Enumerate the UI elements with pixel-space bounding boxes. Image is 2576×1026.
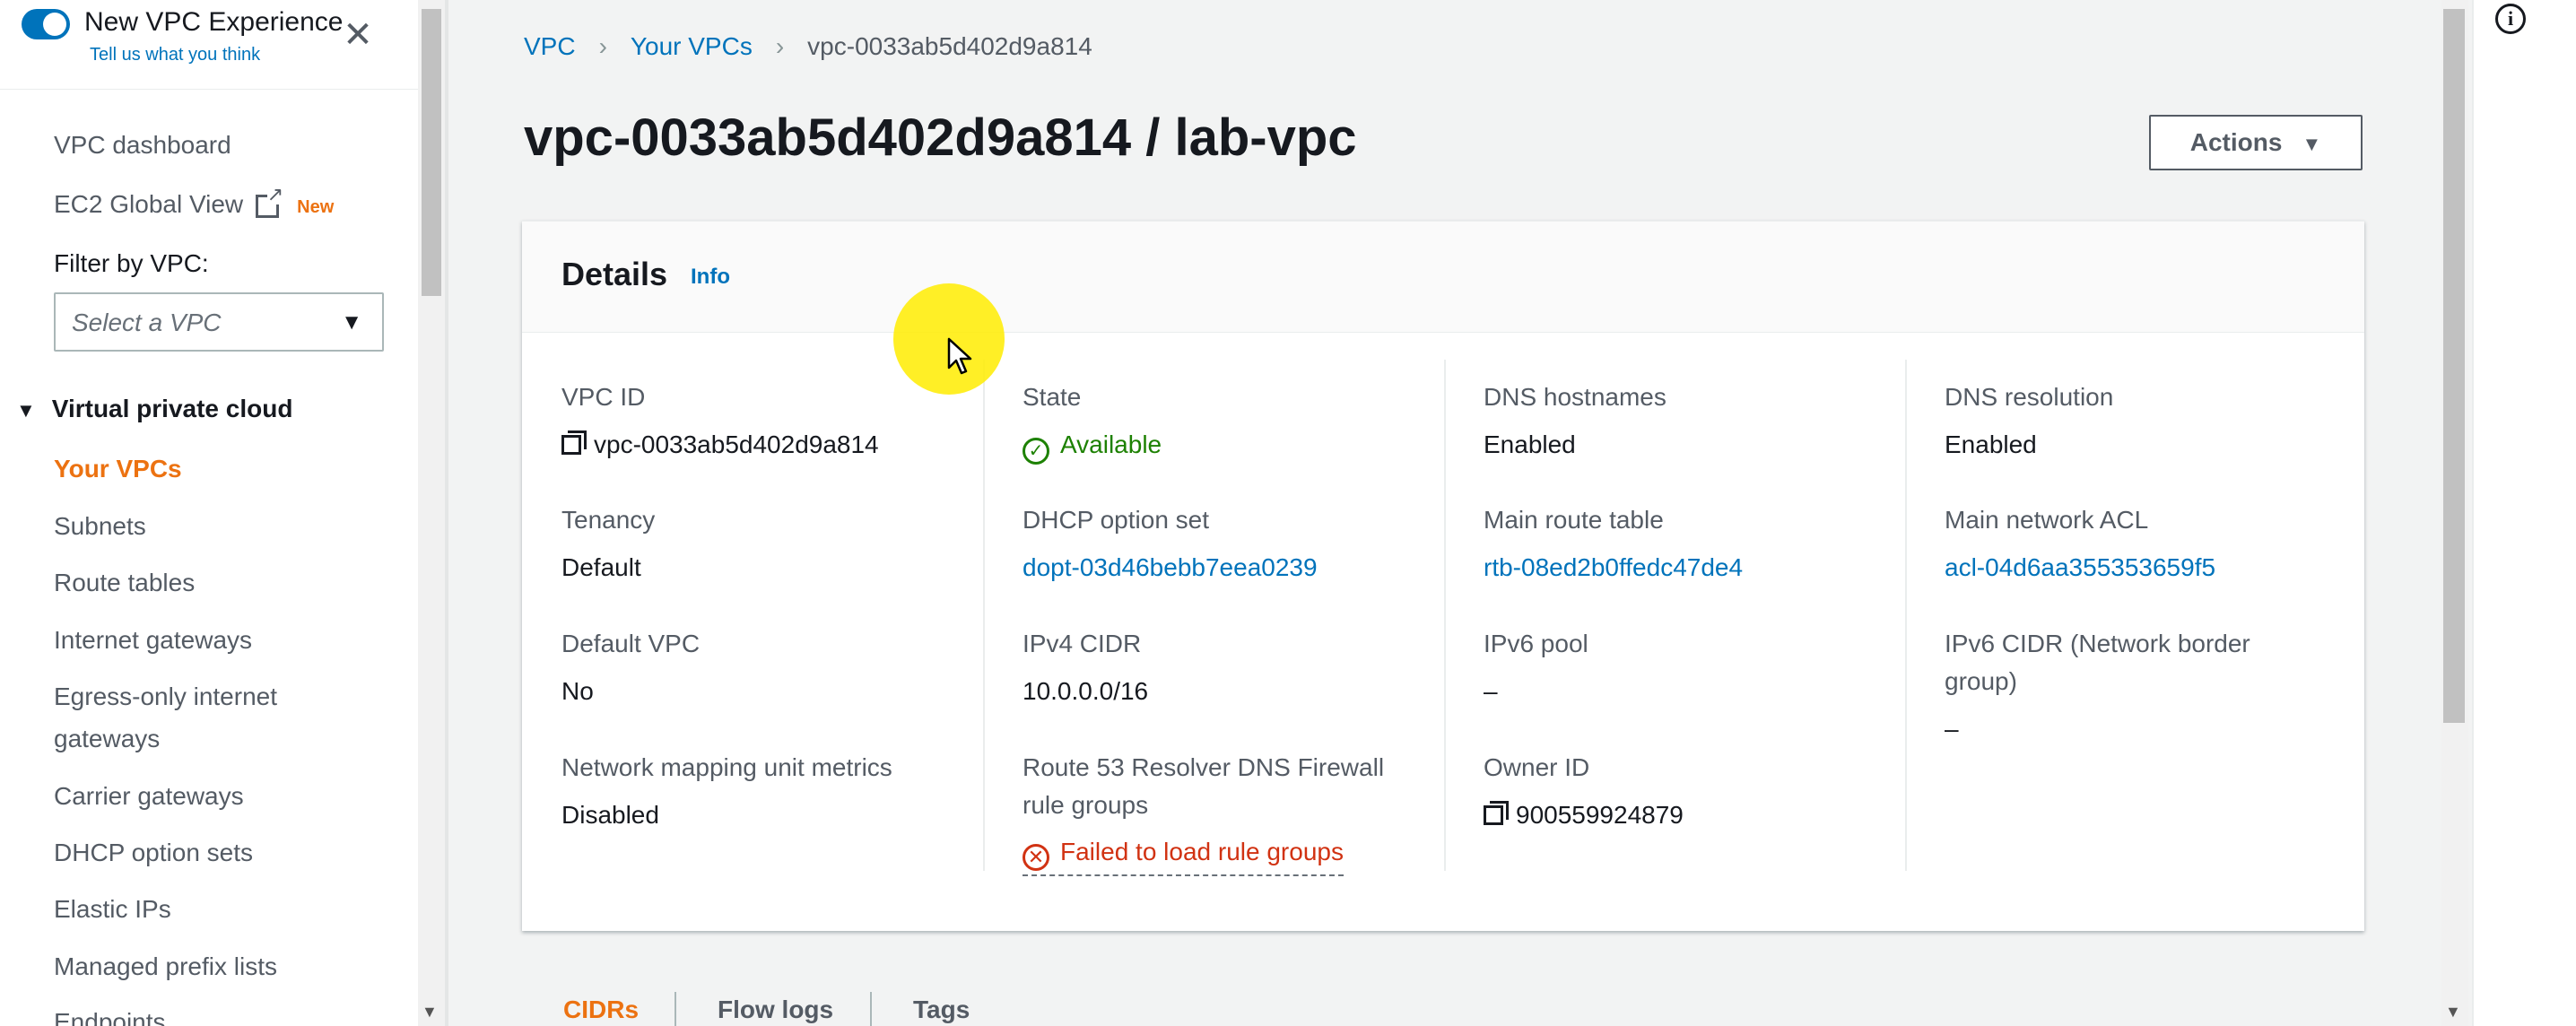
main-network-acl-label: Main network ACL [1945,506,2149,534]
tab-tags[interactable]: Tags [913,996,970,1024]
dhcp-option-set-link[interactable]: dopt-03d46bebb7eea0239 [1023,549,1318,587]
ipv4-cidr-value: 10.0.0.0/16 [1023,677,1149,705]
network-mapping-value: Disabled [561,801,659,829]
owner-id-text: 900559924879 [1516,801,1684,829]
tab-cidrs[interactable]: CIDRs [563,996,639,1024]
new-experience-title: New VPC Experience [84,7,344,37]
info-link[interactable]: Info [691,265,730,290]
ipv6-pool-label: IPv6 pool [1484,630,1588,657]
chevron-right-icon: › [598,32,607,60]
dns-hostnames-label: DNS hostnames [1484,383,1667,411]
copy-icon[interactable] [1484,801,1509,825]
dns-firewall-label-line2: rule groups [1023,791,1149,819]
page-title: vpc-0033ab5d402d9a814 / lab-vpc [524,109,1357,167]
utility-rail [2472,0,2576,1026]
sidebar: New VPC Experience Tell us what you thin… [0,0,422,1026]
chevron-right-icon: › [775,32,785,60]
column-divider [1444,360,1446,871]
dns-hostnames-value: Enabled [1484,430,1576,458]
sidebar-item-endpoints[interactable]: Endpoints [54,1002,166,1026]
breadcrumb-current: vpc-0033ab5d402d9a814 [807,32,1092,60]
details-panel: Details Info VPC ID vpc-0033ab5d402d9a81… [522,221,2364,931]
default-vpc-label: Default VPC [561,630,701,657]
vpc-id-value: vpc-0033ab5d402d9a814 [561,426,879,464]
caret-down-icon: ▼ [16,399,36,422]
dns-firewall-error-text: Failed to load rule groups [1060,838,1344,865]
sidebar-item-internet-gateways[interactable]: Internet gateways [54,620,252,661]
sidebar-item-egress-only-internet-gateways[interactable]: Egress-only internet [54,676,277,717]
sidebar-divider [445,0,448,1026]
vpc-filter-select[interactable]: Select a VPC ▼ [54,292,384,352]
caret-down-icon: ▼ [2302,133,2322,155]
tab-divider [870,992,872,1026]
breadcrumb-vpc[interactable]: VPC [524,32,576,60]
state-label: State [1023,383,1082,411]
section-label: Virtual private cloud [51,395,293,422]
sidebar-item-elastic-ips[interactable]: Elastic IPs [54,889,171,930]
filter-label: Filter by VPC: [54,249,209,277]
details-title: Details [561,256,668,292]
new-badge: New [297,197,335,217]
new-experience-toggle[interactable] [22,9,70,39]
dns-firewall-label: Route 53 Resolver DNS Firewall [1023,753,1385,781]
vpc-id-text: vpc-0033ab5d402d9a814 [594,430,879,458]
state-text: Available [1060,430,1162,458]
section-virtual-private-cloud[interactable]: ▼ Virtual private cloud [16,395,292,423]
column-divider [983,360,985,871]
sidebar-item-route-tables[interactable]: Route tables [54,562,195,604]
sidebar-item-subnets[interactable]: Subnets [54,506,146,547]
ipv6-cidr-value: – [1945,715,1959,743]
close-icon[interactable]: ✕ [343,17,373,53]
sidebar-item-carrier-gateways[interactable]: Carrier gateways [54,776,244,817]
network-mapping-label: Network mapping unit metrics [561,753,892,781]
sidebar-item-managed-prefix-lists[interactable]: Managed prefix lists [54,946,277,987]
owner-id-label: Owner ID [1484,753,1590,781]
tenancy-label: Tenancy [561,506,656,534]
owner-id-value: 900559924879 [1484,796,1684,834]
ipv6-pool-value: – [1484,677,1498,705]
main-scrollbar-thumb[interactable] [2443,9,2465,723]
sidebar-scrollbar-thumb[interactable] [422,9,441,296]
mouse-pointer-icon [947,337,972,375]
main-route-table-link[interactable]: rtb-08ed2b0ffedc47de4 [1484,549,1743,587]
breadcrumb: VPC › Your VPCs › vpc-0033ab5d402d9a814 [524,32,1092,61]
main-route-table-label: Main route table [1484,506,1664,534]
actions-button[interactable]: Actions ▼ [2149,115,2363,170]
scroll-down-arrow-icon[interactable]: ▼ [422,1003,438,1022]
scroll-down-arrow-icon[interactable]: ▼ [2445,1003,2461,1022]
info-icon[interactable]: i [2495,4,2526,34]
ipv6-cidr-label: IPv6 CIDR (Network border [1945,630,2250,657]
tab-flow-logs[interactable]: Flow logs [718,996,833,1024]
sidebar-item-label: EC2 Global View [54,190,244,218]
main-network-acl-link[interactable]: acl-04d6aa355353659f5 [1945,549,2215,587]
breadcrumb-your-vpcs[interactable]: Your VPCs [631,32,753,60]
sidebar-item-dhcp-option-sets[interactable]: DHCP option sets [54,832,253,874]
copy-icon[interactable] [561,430,587,455]
external-link-icon [256,184,284,218]
error-circle-icon: ✕ [1023,844,1049,871]
sidebar-item-egress-only-internet-gateways-line2[interactable]: gateways [54,718,160,760]
dhcp-option-set-label: DHCP option set [1023,506,1210,534]
dns-resolution-value: Enabled [1945,430,2037,458]
vpc-filter-placeholder: Select a VPC [72,309,222,336]
details-header: Details Info [522,222,2364,333]
sidebar-item-your-vpcs[interactable]: Your VPCs [54,448,182,490]
sidebar-item-vpc-dashboard[interactable]: VPC dashboard [54,131,231,160]
feedback-link[interactable]: Tell us what you think [90,45,260,65]
default-vpc-value: No [561,677,594,705]
tab-divider [674,992,676,1026]
tenancy-value: Default [561,553,641,581]
sidebar-item-ec2-global-view[interactable]: EC2 Global View New [54,184,335,219]
check-circle-icon: ✓ [1023,438,1049,465]
dns-resolution-label: DNS resolution [1945,383,2114,411]
new-experience-banner: New VPC Experience Tell us what you thin… [0,0,422,90]
ipv6-cidr-label-line2: group) [1945,667,2017,695]
caret-down-icon: ▼ [341,310,362,335]
column-divider [1905,360,1907,871]
vpc-id-label: VPC ID [561,383,646,411]
state-value: ✓ Available [1023,426,1162,465]
actions-label: Actions [2189,128,2283,156]
ipv4-cidr-label: IPv4 CIDR [1023,630,1142,657]
dns-firewall-error[interactable]: ✕ Failed to load rule groups [1023,833,1344,876]
